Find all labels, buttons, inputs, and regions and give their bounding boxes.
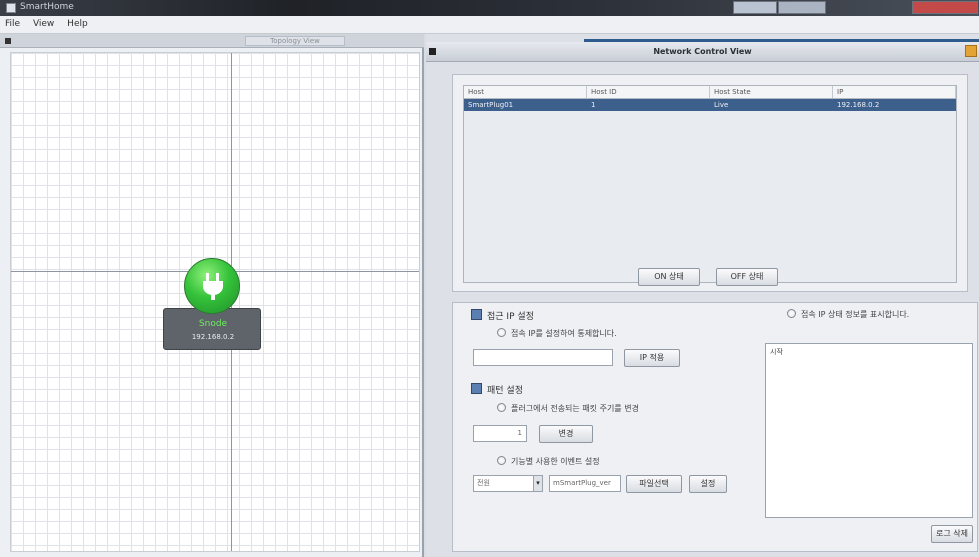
log-radio[interactable] (787, 309, 796, 318)
network-view-title: Network Control View (653, 47, 752, 56)
topology-tab[interactable]: Topology View (245, 36, 345, 46)
close-button[interactable] (912, 1, 978, 14)
ip-radio-label: 접속 IP를 설정하여 통제합니다. (511, 329, 617, 338)
pattern-icon (471, 383, 482, 394)
cell-host: SmartPlug01 (468, 101, 514, 109)
chevron-down-icon[interactable]: ▾ (533, 476, 542, 491)
cell-host-id: 1 (591, 101, 596, 109)
col-host-state[interactable]: Host State (710, 86, 833, 98)
ip-apply-button[interactable]: IP 적용 (624, 349, 680, 367)
network-control-pane: Network Control View Host Host ID Host S… (426, 34, 979, 557)
period-radio-label: 플러그에서 전송되는 패킷 주기를 변경 (511, 404, 639, 413)
topology-header: Topology View (0, 34, 424, 48)
title-bar: SmartHome (0, 0, 979, 16)
log-clear-button[interactable]: 로그 삭제 (931, 525, 973, 543)
node-ip: 192.168.0.2 (191, 333, 235, 341)
maximize-button[interactable] (778, 1, 826, 14)
file-path-input[interactable]: mSmartPlug_ver (549, 475, 621, 492)
maximize-view-icon[interactable] (965, 45, 977, 57)
host-table[interactable]: Host Host ID Host State IP SmartPlug01 1… (463, 85, 957, 283)
cell-host-state: Live (714, 101, 729, 109)
host-panel: Host Host ID Host State IP SmartPlug01 1… (452, 74, 968, 292)
cell-ip: 192.168.0.2 (837, 101, 880, 109)
off-button[interactable]: OFF 상태 (716, 268, 778, 286)
node-label-box: Snode 192.168.0.2 (163, 308, 261, 350)
col-host-id[interactable]: Host ID (587, 86, 710, 98)
ip-input[interactable] (473, 349, 613, 366)
period-apply-button[interactable]: 변경 (539, 425, 593, 443)
ip-section-title: 접근 IP 설정 (487, 312, 534, 322)
node-name: Snode (198, 319, 228, 329)
menu-help[interactable]: Help (62, 16, 93, 32)
event-radio-label: 기능별 사용한 이벤트 설정 (511, 457, 600, 466)
log-output[interactable]: 시작 (765, 343, 973, 518)
control-panel: 접근 IP 설정 접속 IP를 설정하여 통제합니다. IP 적용 패턴 설정 … (452, 302, 978, 552)
period-radio[interactable] (497, 403, 506, 412)
pin-icon[interactable] (5, 38, 11, 44)
menu-bar: File View Help (0, 16, 979, 34)
col-host[interactable]: Host (464, 86, 587, 98)
window-title: SmartHome (20, 2, 74, 12)
network-header: Network Control View (426, 42, 979, 62)
table-header: Host Host ID Host State IP (464, 86, 956, 99)
log-radio-label: 접속 IP 상태 정보를 표시합니다. (801, 310, 910, 319)
pattern-section-title: 패턴 설정 (487, 386, 523, 396)
set-button[interactable]: 설정 (689, 475, 727, 493)
minimize-button[interactable] (733, 1, 777, 14)
on-button[interactable]: ON 상태 (638, 268, 700, 286)
network-icon (471, 309, 482, 320)
period-input[interactable]: 1 (473, 425, 527, 442)
topology-pane: Topology View Snode 192.168.0.2 (0, 34, 424, 557)
plug-node-icon[interactable] (184, 258, 240, 314)
menu-file[interactable]: File (0, 16, 25, 32)
event-radio[interactable] (497, 456, 506, 465)
topology-canvas[interactable]: Snode 192.168.0.2 (10, 52, 420, 552)
ip-radio[interactable] (497, 328, 506, 337)
table-row[interactable]: SmartPlug01 1 Live 192.168.0.2 (464, 99, 956, 111)
file-select-button[interactable]: 파일선택 (626, 475, 682, 493)
menu-view[interactable]: View (28, 16, 59, 32)
col-ip[interactable]: IP (833, 86, 956, 98)
app-icon (6, 3, 16, 13)
